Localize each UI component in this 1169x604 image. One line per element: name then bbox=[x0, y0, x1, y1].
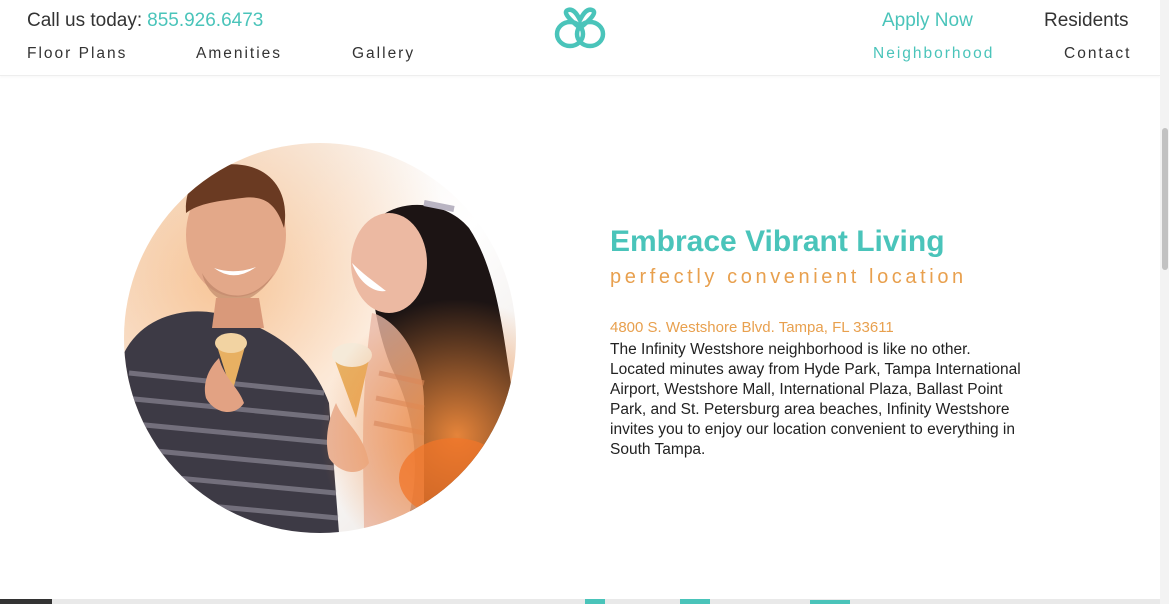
scrollbar-thumb[interactable] bbox=[1162, 128, 1168, 270]
interlocking-loops-logo-icon[interactable] bbox=[552, 6, 608, 50]
address: 4800 S. Westshore Blvd. Tampa, FL 33611 bbox=[610, 319, 894, 336]
neighborhood-description: The Infinity Westshore neighborhood is l… bbox=[610, 341, 1021, 458]
phone-link[interactable]: 855.926.6473 bbox=[147, 10, 263, 31]
next-section-dark-block bbox=[0, 599, 52, 604]
site-header: Call us today: 855.926.6473 Floor Plans A… bbox=[0, 0, 1160, 76]
call-us: Call us today: 855.926.6473 bbox=[27, 10, 263, 32]
partial-icons-strip bbox=[585, 599, 850, 604]
scrollbar-track[interactable] bbox=[1160, 0, 1169, 604]
page: Call us today: 855.926.6473 Floor Plans A… bbox=[0, 0, 1169, 604]
couple-eating-ice-cream-photo bbox=[124, 143, 516, 533]
nav-floor-plans[interactable]: Floor Plans bbox=[27, 45, 127, 63]
call-label: Call us today: bbox=[27, 10, 143, 31]
section-subheading: perfectly convenient location bbox=[610, 266, 967, 288]
nav-amenities[interactable]: Amenities bbox=[196, 45, 282, 63]
section-heading: Embrace Vibrant Living bbox=[610, 225, 945, 258]
nav-contact[interactable]: Contact bbox=[1064, 45, 1131, 63]
residents-link[interactable]: Residents bbox=[1044, 10, 1129, 32]
nav-neighborhood[interactable]: Neighborhood bbox=[873, 45, 994, 63]
apply-now-link[interactable]: Apply Now bbox=[882, 10, 973, 32]
nav-gallery[interactable]: Gallery bbox=[352, 45, 415, 63]
